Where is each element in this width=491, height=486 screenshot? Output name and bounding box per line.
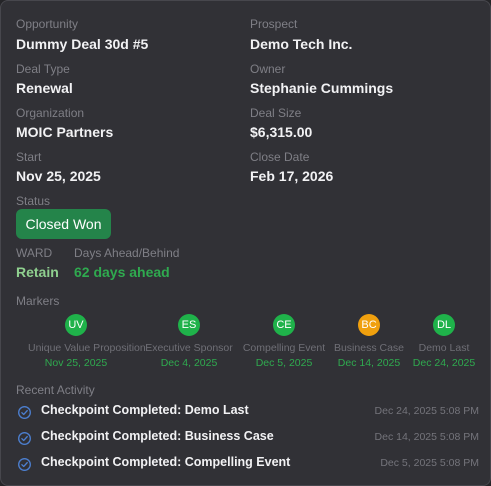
marker-badge: ES [178, 314, 200, 336]
marker-name: Demo Last [418, 342, 470, 354]
activity-title: Checkpoint Completed: Business Case [41, 429, 274, 443]
marker-date: Dec 4, 2025 [160, 357, 218, 369]
marker-name: Executive Sponsor [145, 342, 233, 354]
marker-compelling-event[interactable]: CE Compelling Event Dec 5, 2025 [236, 314, 332, 369]
close-date-label: Close Date [250, 150, 310, 164]
activity-title: Checkpoint Completed: Compelling Event [41, 455, 291, 469]
activity-item[interactable]: Checkpoint Completed: Demo Last Dec 24, … [17, 402, 479, 422]
owner-value: Stephanie Cummings [250, 80, 394, 96]
prospect-value: Demo Tech Inc. [250, 36, 353, 52]
activity-time: Dec 5, 2025 5:08 PM [380, 457, 479, 469]
deal-details-card: Opportunity Dummy Deal 30d #5 Prospect D… [0, 0, 491, 486]
activity-title: Checkpoint Completed: Demo Last [41, 403, 249, 417]
activity-time: Dec 14, 2025 5:08 PM [374, 431, 479, 443]
markers-label: Markers [16, 294, 60, 308]
status-label: Status [16, 194, 51, 208]
marker-executive-sponsor[interactable]: ES Executive Sponsor Dec 4, 2025 [141, 314, 237, 369]
recent-activity-label: Recent Activity [16, 383, 95, 397]
deal-type-value: Renewal [16, 80, 73, 96]
marker-badge: DL [433, 314, 455, 336]
marker-badge: BC [358, 314, 380, 336]
marker-badge: CE [273, 314, 295, 336]
opportunity-label: Opportunity [16, 17, 79, 31]
start-value: Nov 25, 2025 [16, 168, 101, 184]
marker-demo-last[interactable]: DL Demo Last Dec 24, 2025 [396, 314, 490, 369]
marker-date: Dec 5, 2025 [255, 357, 313, 369]
ward-label: WARD [16, 246, 53, 260]
activity-item[interactable]: Checkpoint Completed: Business Case Dec … [17, 428, 479, 448]
ward-value: Retain [16, 264, 59, 280]
marker-name: Compelling Event [242, 342, 326, 354]
deal-size-value: $6,315.00 [250, 124, 313, 140]
marker-badge: UV [65, 314, 87, 336]
owner-label: Owner [250, 62, 286, 76]
deal-type-label: Deal Type [16, 62, 70, 76]
check-circle-icon [18, 432, 31, 445]
marker-date: Dec 24, 2025 [412, 357, 476, 369]
status-badge: Closed Won [16, 209, 111, 239]
days-value: 62 days ahead [74, 264, 170, 280]
activity-item[interactable]: Checkpoint Completed: Compelling Event D… [17, 454, 479, 474]
opportunity-value: Dummy Deal 30d #5 [16, 36, 149, 52]
deal-size-label: Deal Size [250, 106, 302, 120]
marker-date: Nov 25, 2025 [44, 357, 108, 369]
check-circle-icon [18, 406, 31, 419]
marker-name: Unique Value Proposition [28, 342, 146, 354]
close-date-value: Feb 17, 2026 [250, 168, 334, 184]
organization-value: MOIC Partners [16, 124, 114, 140]
check-circle-icon [18, 458, 31, 471]
organization-label: Organization [16, 106, 85, 120]
activity-time: Dec 24, 2025 5:08 PM [374, 405, 479, 417]
start-label: Start [16, 150, 42, 164]
prospect-label: Prospect [250, 17, 298, 31]
days-label: Days Ahead/Behind [74, 246, 180, 260]
marker-unique-value-proposition[interactable]: UV Unique Value Proposition Nov 25, 2025 [28, 314, 146, 369]
